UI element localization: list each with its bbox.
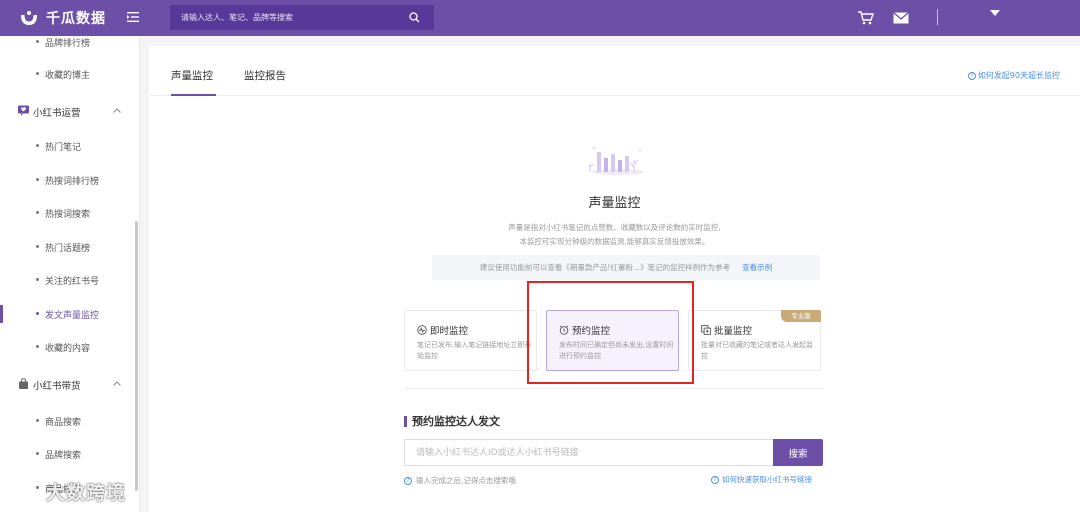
global-search-button[interactable] [394,5,434,30]
batch-monitor-card[interactable]: 专业版 批量监控 批量对已收藏的笔记或者达人发起监控 [688,310,821,371]
bullet-icon [36,144,39,147]
card-title: 批量监控 [701,323,752,337]
bullet-icon [36,245,39,248]
influencer-search-button[interactable]: 搜索 [773,439,823,466]
sidebar-item-brand-search[interactable]: 品牌搜索 [0,444,135,464]
tab-volume-monitor[interactable]: 声量监控 [171,68,213,83]
sidebar-item-followed-accounts[interactable]: 关注的红书号 [0,270,135,290]
title-accent-bar [404,415,407,427]
form-title: 预约监控达人发文 [404,413,500,429]
question-circle-icon: ? [711,475,719,484]
sidebar-scrollbar[interactable] [135,221,138,491]
get-link-help-link[interactable]: ? 如何快速获取小红书号链接 [711,474,812,485]
sidebar-item-product-search[interactable]: 商品搜索 [0,411,135,431]
cart-icon[interactable] [858,11,874,25]
tab-active-underline [171,94,216,96]
sidebar-item-favorite-bloggers[interactable]: 收藏的博主 [0,64,135,84]
sidebar-item-favorite-content[interactable]: 收藏的内容 [0,337,135,357]
chat-heart-icon [18,105,29,116]
sidebar-item-label: 热搜词搜索 [45,210,91,220]
user-menu-caret-icon[interactable] [990,10,1000,16]
sidebar-item-brand-ranking[interactable]: 品牌排行榜 [0,36,135,52]
bullet-icon [36,312,39,315]
card-title-text: 批量监控 [714,326,753,337]
sidebar: 品牌排行榜 收藏的博主 小红书运营 热门笔记 热搜词排行榜 热搜词搜索 热门话题… [0,36,140,512]
form-title-text: 预约监控达人发文 [412,415,500,428]
mail-icon[interactable] [893,11,909,25]
bullet-icon [36,452,39,455]
sidebar-item-label: 热搜词排行榜 [45,177,100,187]
sidebar-item-label: 品牌搜索 [45,451,82,461]
section-title: 声量监控 [588,196,641,211]
sidebar-item-label: 收藏的内容 [45,344,91,354]
question-circle-icon: ? [404,476,412,485]
watermark-text: 大数跨境 [46,482,127,504]
pulse-icon [417,325,427,335]
shopping-bag-icon [19,378,28,389]
instant-monitor-card[interactable]: 即时监控 笔记已发布,输入笔记链接地址立即开始监控 [404,310,537,371]
sidebar-item-hot-keyword-search[interactable]: 热搜词搜索 [0,203,135,223]
main-content: 声量监控 监控报告 ? 如何发起90天超长监控 声量监控 声量是指对小红书笔记的… [149,46,1080,512]
bullet-icon [36,345,39,348]
pro-version-badge: 专业版 [781,310,821,322]
highlight-annotation-box [527,281,694,384]
sidebar-item-hot-notes[interactable]: 热门笔记 [0,136,135,156]
bullet-icon [36,72,39,75]
chevron-up-icon [113,108,121,113]
sidebar-item-label: 收藏的博主 [45,71,91,81]
chevron-up-icon [113,381,121,386]
card-description: 批量对已收藏的笔记或者达人发起监控 [701,341,813,360]
global-search-input[interactable] [170,5,394,30]
bullet-icon [36,40,39,43]
card-title-text: 即时监控 [430,326,469,337]
card-description: 笔记已发布,输入笔记链接地址立即开始监控 [417,341,532,360]
tab-monitor-report[interactable]: 监控报告 [244,68,286,83]
influencer-search-input[interactable] [404,439,774,466]
bar-chart-illustration-icon [589,146,644,175]
menu-collapse-icon[interactable] [126,10,140,24]
header-divider [937,9,938,25]
sidebar-item-label: 热门笔记 [45,143,82,153]
active-indicator [0,305,3,323]
example-notice-bar: 建议使用功能前可以查看《期量款产品!红薯粉...》笔记的监控样例作为参考 查看示… [432,255,820,280]
brand-logo[interactable]: 千瓜数据 [18,7,106,29]
notice-text: 建议使用功能前可以查看《期量款产品!红薯粉...》笔记的监控样例作为参考 [479,263,731,272]
bullet-icon [36,211,39,214]
form-tip-text: 输入完成之后,记得点击搜索哦 [416,476,516,485]
sidebar-item-label: 商品搜索 [45,418,82,428]
sidebar-item-label: 热门话题榜 [45,244,91,254]
watermark-logo-icon [8,482,37,501]
bullet-icon [36,419,39,422]
watermark: 大数跨境 [6,478,126,505]
view-example-link[interactable]: 查看示例 [742,262,772,273]
help-link-text: 如何发起90天超长监控 [977,71,1060,80]
bullet-icon [36,178,39,181]
brand-logo-icon [21,11,37,25]
sidebar-item-label: 关注的红书号 [45,277,100,287]
search-icon [408,12,419,23]
sidebar-item-hot-topics[interactable]: 热门话题榜 [0,237,135,257]
brand-name: 千瓜数据 [46,11,106,27]
divider [404,388,824,389]
tab-bar: 声量监控 监控报告 ? 如何发起90天超长监控 [149,46,1080,96]
question-circle-icon: ? [967,71,976,80]
help-link-text: 如何快速获取小红书号链接 [722,475,812,484]
section-description-line-2: 本监控可实现分钟级的数据监测,能够真实反馈投放效果。 [519,237,710,246]
batch-copy-icon [701,325,711,335]
long-monitor-help-link[interactable]: ? 如何发起90天超长监控 [967,70,1060,81]
sidebar-group-xiaohongshu-commerce[interactable]: 小红书带货 [0,373,135,395]
global-search-box [170,5,434,30]
sidebar-item-hot-keyword-ranking[interactable]: 热搜词排行榜 [0,170,135,190]
bullet-icon [36,278,39,281]
section-description-line-1: 声量是指对小红书笔记的点赞数、收藏数以及评论数的实时监控, [508,223,721,232]
sidebar-group-xiaohongshu-ops[interactable]: 小红书运营 [0,100,135,122]
sidebar-item-volume-monitor[interactable]: 发文声量监控 [0,304,135,324]
sidebar-group-label: 小红书运营 [33,108,81,119]
form-tip: ? 输入完成之后,记得点击搜索哦 [404,475,516,486]
sidebar-item-label: 发文声量监控 [45,311,100,321]
top-navigation-bar: 千瓜数据 [0,0,1080,36]
sidebar-group-label: 小红书带货 [33,381,81,392]
sidebar-item-label: 品牌排行榜 [45,39,91,49]
card-title: 即时监控 [417,323,468,337]
